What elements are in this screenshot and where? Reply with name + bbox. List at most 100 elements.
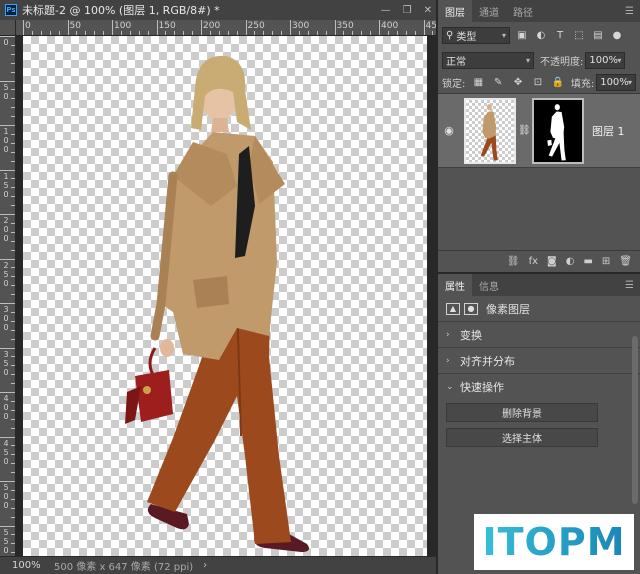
ruler-minor-tick xyxy=(129,31,131,35)
filter-smart-object-icon[interactable]: ▤ xyxy=(591,28,605,42)
ruler-tick xyxy=(0,169,15,171)
ruler-minor-tick xyxy=(94,31,96,35)
ruler-origin[interactable] xyxy=(0,20,16,36)
ruler-label: 200 xyxy=(203,21,221,31)
ruler-label: 350 xyxy=(336,21,354,31)
ruler-tick xyxy=(0,36,15,37)
trash-icon[interactable]: 🗑 xyxy=(619,256,632,267)
window-controls: — ❐ ✕ xyxy=(381,0,432,20)
layer-row[interactable]: ◉ ⛓ 图层 1 xyxy=(438,94,640,168)
link-icon[interactable]: ⛓ xyxy=(518,125,531,136)
ruler-label: 250 xyxy=(3,260,9,288)
opacity-field[interactable]: 100% ▾ xyxy=(585,51,626,69)
status-menu-arrow-icon[interactable]: › xyxy=(203,560,207,571)
ruler-minor-tick xyxy=(361,31,363,35)
ruler-minor-tick xyxy=(11,160,15,162)
ruler-minor-tick xyxy=(11,285,15,287)
lock-all-icon[interactable]: 🔒 xyxy=(551,77,565,88)
chevron-down-icon: ▾ xyxy=(617,55,622,65)
ruler-minor-tick xyxy=(405,31,407,35)
section-transform[interactable]: › 变换 xyxy=(438,322,640,348)
tab-info[interactable]: 信息 xyxy=(472,274,506,296)
add-mask-icon[interactable]: ◙ xyxy=(547,256,557,267)
blend-mode-value: 正常 xyxy=(446,56,466,68)
document-tab[interactable]: Ps 未标题-2 @ 100% (图层 1, RGB/8#) * — ❐ ✕ xyxy=(0,0,436,20)
ruler-minor-tick xyxy=(11,142,15,144)
ruler-minor-tick xyxy=(298,31,300,35)
link-layers-icon[interactable]: ⛓ xyxy=(507,256,520,267)
ruler-minor-tick xyxy=(11,356,15,358)
layer-thumbnail[interactable] xyxy=(464,97,516,164)
tab-channels[interactable]: 通道 xyxy=(472,0,506,22)
ruler-minor-tick xyxy=(11,507,15,509)
ruler-label: 150 xyxy=(158,21,176,31)
eye-icon[interactable]: ◉ xyxy=(438,124,460,137)
ruler-tick xyxy=(23,20,24,35)
ruler-minor-tick xyxy=(11,543,15,545)
ruler-minor-tick xyxy=(272,31,274,35)
select-subject-button[interactable]: 选择主体 xyxy=(446,428,598,447)
opacity-value: 100% xyxy=(589,54,618,66)
filter-type-icon[interactable]: T xyxy=(553,28,567,42)
ruler-minor-tick xyxy=(281,31,283,35)
itopm-watermark-logo: ITOPM xyxy=(474,514,634,570)
folder-icon[interactable]: ▬ xyxy=(583,256,592,267)
fx-icon[interactable]: fx xyxy=(529,256,538,267)
ruler-vertical[interactable]: 0 50 100 150 200 250 300 350 400 450 500 550 xyxy=(0,36,16,556)
ruler-minor-tick xyxy=(325,31,327,35)
adjustment-layer-icon[interactable]: ◐ xyxy=(566,256,575,267)
ruler-tick xyxy=(245,20,247,35)
lock-position-icon[interactable]: ✥ xyxy=(511,77,525,88)
filter-toggle-icon[interactable]: ● xyxy=(610,28,624,42)
ruler-minor-tick xyxy=(11,472,15,474)
tab-layers[interactable]: 图层 xyxy=(438,0,472,22)
ruler-label: 350 xyxy=(3,349,9,377)
ruler-minor-tick xyxy=(31,31,33,35)
remove-background-button[interactable]: 删除背景 xyxy=(446,403,598,422)
section-align-distribute[interactable]: › 对齐并分布 xyxy=(438,348,640,374)
ruler-label: 400 xyxy=(381,21,399,31)
ruler-tick xyxy=(0,125,15,126)
filter-adjustment-icon[interactable]: ◐ xyxy=(534,28,548,42)
transparent-artboard[interactable] xyxy=(23,36,427,556)
fill-field[interactable]: 100% ▾ xyxy=(596,74,636,91)
close-icon[interactable]: ✕ xyxy=(424,5,432,16)
chevron-down-icon: ▾ xyxy=(627,78,632,87)
ruler-minor-tick xyxy=(103,31,105,35)
fill-label: 填充: xyxy=(570,79,595,90)
layer-mask-thumbnail[interactable] xyxy=(532,97,584,164)
blend-mode-select[interactable]: 正常 ▾ xyxy=(442,51,534,69)
ruler-label: 250 xyxy=(247,21,265,31)
layer-filter-kind-select[interactable]: ⚲ 类型 ▾ xyxy=(442,26,510,44)
panel-menu-icon[interactable]: ☰ xyxy=(625,6,634,17)
minimize-icon[interactable]: — xyxy=(381,5,391,16)
ruler-label: 300 xyxy=(292,21,310,31)
ruler-tick xyxy=(290,20,291,35)
ruler-horizontal[interactable]: 0 50 100 150 200 250 300 350 400 450 xyxy=(16,20,436,36)
layer-name[interactable]: 图层 1 xyxy=(592,123,625,139)
properties-scrollbar[interactable] xyxy=(632,336,638,504)
ruler-label: 50 xyxy=(69,21,81,31)
ruler-minor-tick xyxy=(76,31,78,35)
tab-paths[interactable]: 路径 xyxy=(506,0,540,22)
zoom-level-field[interactable]: 100% xyxy=(12,560,48,571)
filter-pixel-icon[interactable]: ▣ xyxy=(515,28,529,42)
tab-properties[interactable]: 属性 xyxy=(438,274,472,296)
ruler-minor-tick xyxy=(432,31,434,35)
restore-icon[interactable]: ❐ xyxy=(403,5,412,16)
new-layer-icon[interactable]: ⊞ xyxy=(602,256,610,267)
section-quick-actions[interactable]: ⌄ 快速操作 xyxy=(438,374,640,400)
canvas-area[interactable] xyxy=(16,36,436,556)
mask-icon: ● xyxy=(464,302,478,315)
ruler-minor-tick xyxy=(316,31,318,35)
lock-transparency-icon[interactable]: ▦ xyxy=(471,77,485,88)
lock-artboard-icon[interactable]: ⊡ xyxy=(531,77,545,88)
panel-menu-icon[interactable]: ☰ xyxy=(625,280,634,291)
ruler-minor-tick xyxy=(174,31,176,35)
filter-shape-icon[interactable]: ⬚ xyxy=(572,28,586,42)
ruler-minor-tick xyxy=(11,552,15,554)
lock-pixels-icon[interactable]: ✎ xyxy=(491,77,505,88)
ruler-tick xyxy=(0,525,15,527)
ruler-minor-tick xyxy=(11,267,15,269)
blend-opacity-row: 正常 ▾ 不透明度: 100% ▾ xyxy=(438,48,640,72)
